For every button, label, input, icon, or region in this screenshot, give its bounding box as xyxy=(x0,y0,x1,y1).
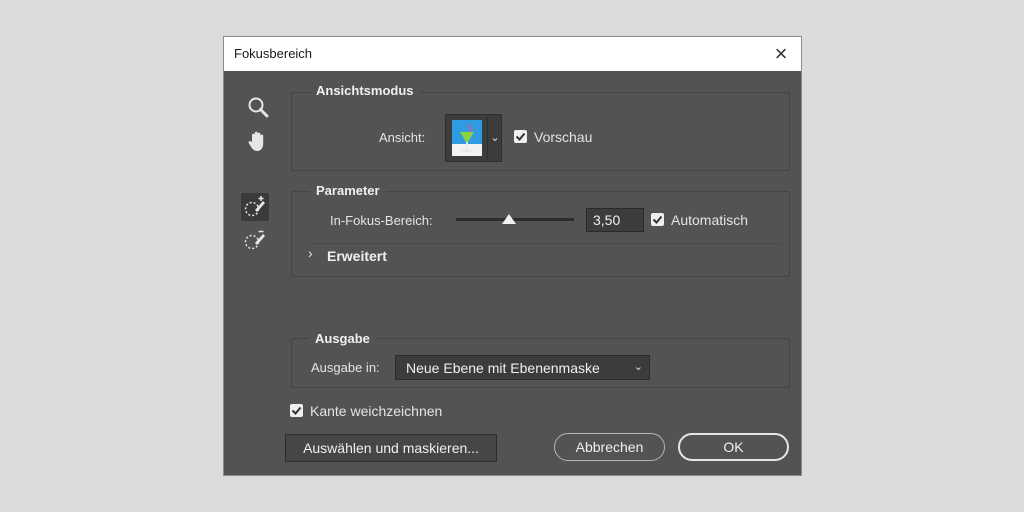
advanced-toggle[interactable]: Erweitert xyxy=(327,248,387,264)
preview-label: Vorschau xyxy=(534,129,593,145)
output-select[interactable]: Neue Ebene mit Ebenenmaske ⌄ xyxy=(395,355,650,380)
in-focus-range-label: In-Fokus-Bereich: xyxy=(330,213,433,228)
preview-thumbnail-icon xyxy=(452,120,482,156)
select-and-mask-button[interactable]: Auswählen und maskieren... xyxy=(285,434,497,462)
ok-button[interactable]: OK xyxy=(678,433,789,461)
focus-area-dialog: Fokusbereich × Ansichtsmodus Ansicht: ⌄ … xyxy=(223,36,802,476)
in-focus-range-input[interactable]: 3,50 xyxy=(586,208,644,232)
slider-thumb[interactable] xyxy=(502,214,517,224)
view-mode-heading: Ansichtsmodus xyxy=(310,83,420,98)
checkmark-icon xyxy=(515,132,526,141)
automatic-label: Automatisch xyxy=(671,212,749,228)
close-icon[interactable]: × xyxy=(767,40,795,68)
focus-subtract-brush-icon[interactable] xyxy=(241,227,269,255)
soften-edge-checkbox[interactable] xyxy=(290,404,303,417)
preview-checkbox[interactable] xyxy=(514,130,527,143)
magnifier-icon[interactable] xyxy=(244,93,272,121)
cancel-button[interactable]: Abbrechen xyxy=(554,433,665,461)
output-label: Ausgabe in: xyxy=(311,360,380,375)
view-label: Ansicht: xyxy=(379,130,426,145)
soften-edge-label: Kante weichzeichnen xyxy=(310,403,443,419)
parameter-group xyxy=(291,191,790,277)
chevron-right-icon[interactable]: › xyxy=(308,245,313,261)
chevron-down-icon[interactable]: ⌄ xyxy=(487,117,502,159)
output-heading: Ausgabe xyxy=(309,331,376,346)
parameter-heading: Parameter xyxy=(310,183,386,198)
divider xyxy=(312,243,782,244)
chevron-down-icon: ⌄ xyxy=(633,361,643,373)
output-select-value: Neue Ebene mit Ebenenmaske xyxy=(406,360,600,376)
window-title: Fokusbereich xyxy=(234,46,313,61)
title-bar: Fokusbereich × xyxy=(224,37,801,71)
focus-add-brush-icon[interactable] xyxy=(241,193,269,221)
automatic-checkbox[interactable] xyxy=(651,213,664,226)
checkmark-icon xyxy=(291,406,302,415)
hand-icon[interactable] xyxy=(244,127,272,155)
view-selector[interactable]: ⌄ xyxy=(445,114,502,162)
checkmark-icon xyxy=(652,215,663,224)
